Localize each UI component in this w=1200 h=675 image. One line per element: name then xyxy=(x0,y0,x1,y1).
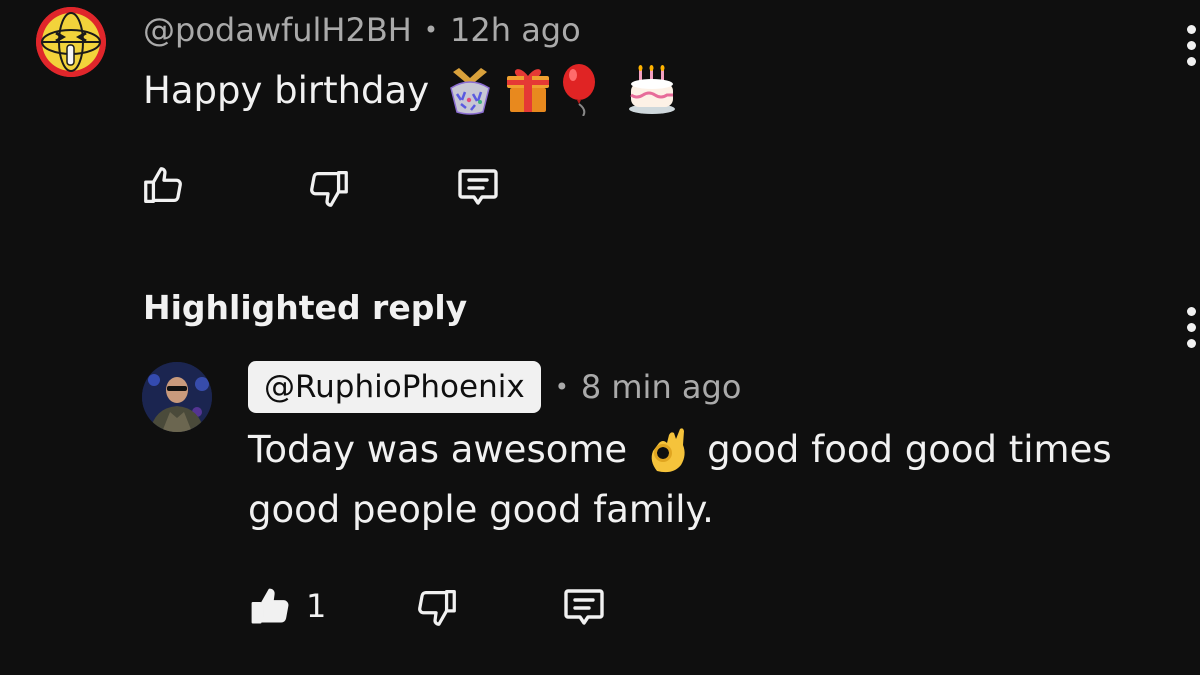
reply-author-chip[interactable]: @RuphioPhoenix xyxy=(248,361,541,413)
reply-reply-button[interactable] xyxy=(559,582,609,632)
reply-more-options-button[interactable] xyxy=(1180,297,1200,357)
thumbs-up-filled-icon xyxy=(251,588,289,624)
more-options-button[interactable] xyxy=(1180,15,1200,75)
confetti-ball-icon xyxy=(450,68,490,115)
more-vertical-icon-dot xyxy=(1186,338,1196,348)
balloon-icon xyxy=(563,64,596,116)
reply-meta: @RuphioPhoenix • 8 min ago xyxy=(248,360,741,414)
thumbs-up-icon xyxy=(144,167,182,203)
reply-text-line: Today was awesome good food good times xyxy=(248,420,1168,480)
reply-avatar[interactable] xyxy=(142,362,212,432)
comment-icon xyxy=(564,589,604,625)
more-vertical-icon xyxy=(1186,24,1196,34)
meta-separator: • xyxy=(554,373,569,401)
more-vertical-icon-dot xyxy=(1186,56,1196,66)
ok-hand-icon xyxy=(647,425,691,475)
comment-time: 12h ago xyxy=(450,11,581,49)
more-vertical-icon-dot xyxy=(1186,40,1196,50)
meta-separator: • xyxy=(423,16,439,44)
reply-time: 8 min ago xyxy=(580,368,742,406)
reply-button[interactable] xyxy=(453,162,503,212)
reply-like-button[interactable] xyxy=(245,582,295,632)
dislike-button[interactable] xyxy=(304,163,354,213)
reply-like-count: 1 xyxy=(306,587,327,625)
comment-icon xyxy=(458,169,498,205)
thumbs-down-icon xyxy=(310,171,348,207)
comment-text-content: Happy birthday xyxy=(143,68,430,112)
thumbs-down-icon xyxy=(418,590,456,626)
comment-author[interactable]: @podawfulH2BH xyxy=(143,11,412,49)
reply-dislike-button[interactable] xyxy=(412,582,462,632)
comment-text: Happy birthday xyxy=(143,60,677,120)
highlighted-reply-label: Highlighted reply xyxy=(143,287,468,327)
birthday-cake-icon xyxy=(629,65,676,114)
reply-text-part: Today was awesome xyxy=(248,428,628,471)
like-button[interactable] xyxy=(138,161,188,211)
reply-text-part: good food good times xyxy=(707,428,1112,471)
more-vertical-icon xyxy=(1186,306,1196,316)
reply-text-line: good people good family. xyxy=(248,488,714,531)
wrapped-gift-icon xyxy=(507,69,550,112)
avatar[interactable] xyxy=(36,7,106,77)
more-vertical-icon-dot xyxy=(1186,322,1196,332)
comment-meta: @podawfulH2BH • 12h ago xyxy=(143,8,581,52)
comment-emoji-group xyxy=(443,64,677,116)
reply-text: Today was awesome good food good times g… xyxy=(248,420,1168,540)
